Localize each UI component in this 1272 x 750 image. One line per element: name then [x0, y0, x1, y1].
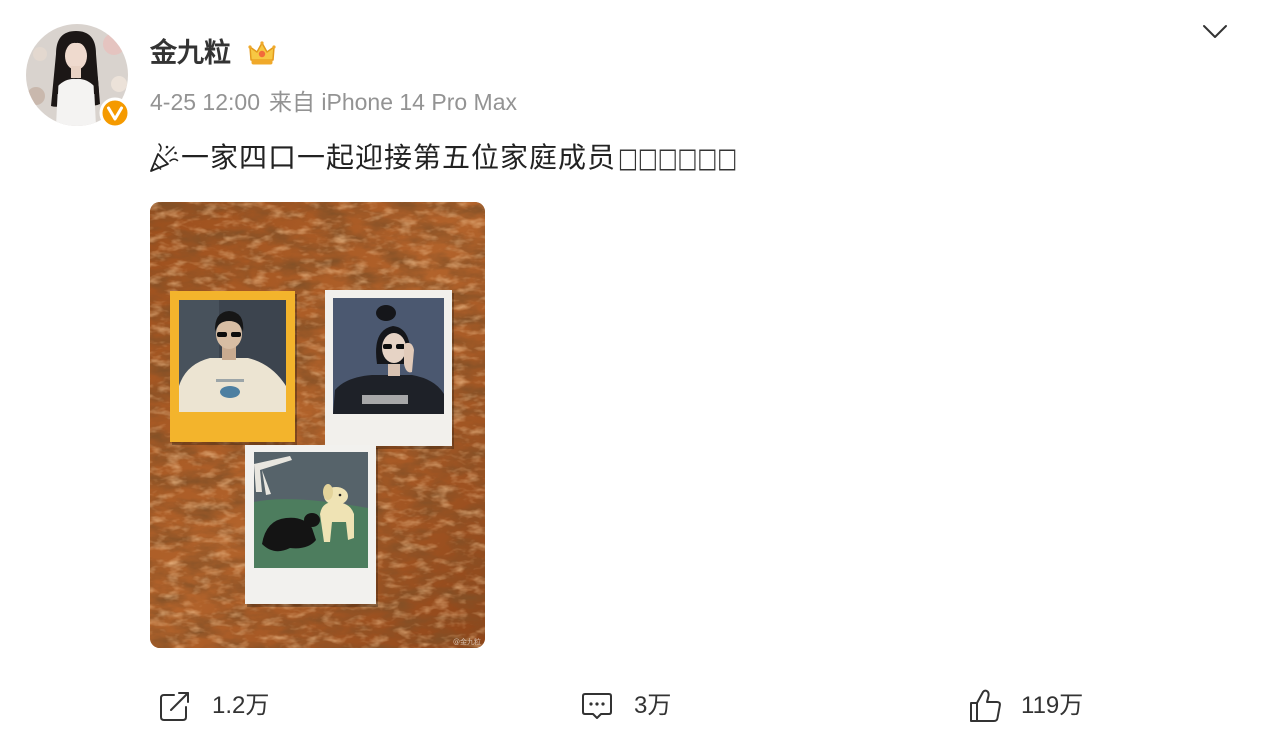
like-button[interactable]: 119万 — [968, 688, 1083, 724]
comment-icon — [582, 693, 612, 719]
share-icon — [160, 692, 189, 721]
post-image[interactable]: @金九粒 — [150, 202, 485, 648]
party-popper-icon — [150, 143, 179, 172]
post-meta: 4-25 12:00 来自 iPhone 14 Pro Max — [150, 87, 517, 117]
thumbs-up-icon — [970, 689, 1001, 722]
chevron-down-icon[interactable] — [1202, 22, 1228, 40]
comment-count: 3万 — [634, 692, 672, 719]
polaroid-dogs — [245, 445, 378, 607]
share-count: 1.2万 — [212, 692, 270, 719]
post-text: 一家四口一起迎接第五位家庭成员 □□□□□□ — [147, 140, 737, 176]
post-time[interactable]: 4-25 12:00 — [150, 89, 260, 115]
crown-badge-icon[interactable] — [247, 38, 277, 68]
like-count: 119万 — [1021, 692, 1084, 719]
image-watermark: @金九粒 — [453, 637, 481, 646]
post-photo-graphic: @金九粒 — [150, 202, 485, 648]
polaroid-yellow-portrait — [170, 291, 297, 445]
share-button[interactable]: 1.2万 — [158, 688, 269, 724]
username[interactable]: 金九粒 — [150, 36, 231, 70]
polaroid-white-portrait — [325, 290, 454, 449]
post-source: 来自 iPhone 14 Pro Max — [268, 89, 517, 115]
comment-button[interactable]: 3万 — [580, 688, 671, 724]
unrendered-emoji-glyphs: □□□□□□ — [618, 142, 738, 174]
verified-v-icon — [99, 97, 131, 129]
weibo-post-card: 金九粒 4-25 12:00 来自 iPhone 14 Pro Max 一家四口一… — [0, 0, 1272, 750]
post-body-text: 一家四口一起迎接第五位家庭成员 — [181, 142, 617, 173]
